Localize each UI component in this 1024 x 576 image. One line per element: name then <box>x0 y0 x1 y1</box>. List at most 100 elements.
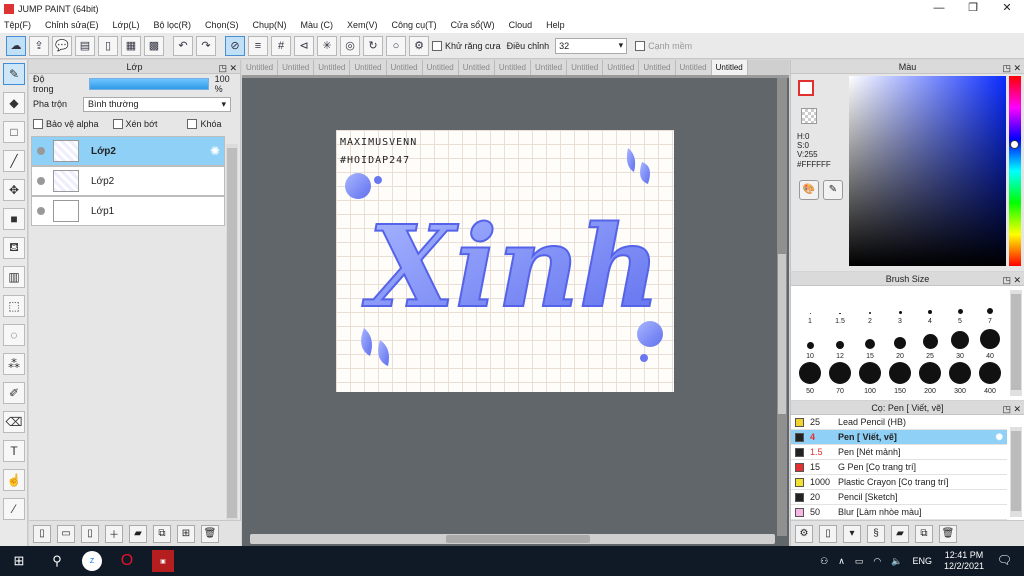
document-tab[interactable]: Untitled <box>386 60 423 75</box>
document-tab[interactable]: Untitled <box>639 60 676 75</box>
volume-icon[interactable]: 🔈 <box>891 556 902 567</box>
visibility-icon[interactable] <box>37 147 45 155</box>
rect-select-icon[interactable]: ⬚ <box>3 295 25 317</box>
no-ruler-icon[interactable]: ⊘ <box>225 35 245 56</box>
brush-size-option[interactable]: 40 <box>975 325 1005 360</box>
folder-icon[interactable]: ▰ <box>891 524 909 543</box>
brush-size-option[interactable]: 200 <box>915 360 945 395</box>
menu-layer[interactable]: Lớp(L) <box>113 20 140 30</box>
gradient-tool-icon[interactable]: ▥ <box>3 266 25 288</box>
panel-layout-icon[interactable]: ▦ <box>121 35 141 56</box>
opera-browser-icon[interactable]: O <box>114 550 140 572</box>
undo-icon[interactable]: ↶ <box>173 35 193 56</box>
duplicate-layer-icon[interactable]: ⧉ <box>153 524 171 543</box>
antialias-checkbox[interactable] <box>432 40 442 51</box>
blend-mode-select[interactable]: Bình thường ▾ <box>83 96 232 112</box>
brush-size-option[interactable]: 1.5 <box>825 290 855 325</box>
notification-icon[interactable]: 🗨 <box>997 553 1012 567</box>
document-tab-active[interactable]: Untitled <box>711 60 748 75</box>
page-icon[interactable]: ▯ <box>98 35 118 56</box>
menu-tools[interactable]: Công cụ(T) <box>392 20 437 30</box>
move-tool-icon[interactable]: ✥ <box>3 179 25 201</box>
panel-controls-icon[interactable]: ◳ ✕ <box>1002 402 1021 416</box>
brush-size-option[interactable]: 3 <box>885 290 915 325</box>
scrollbar-thumb[interactable] <box>778 254 786 414</box>
brush-size-option[interactable]: 1 <box>795 290 825 325</box>
brush-size-option[interactable]: 10 <box>795 325 825 360</box>
brush-tool-icon[interactable]: ✎ <box>3 63 25 85</box>
brush-settings-icon[interactable]: ⚙ <box>795 524 813 543</box>
document-tab[interactable]: Untitled <box>458 60 495 75</box>
duplicate-brush-icon[interactable]: ⧉ <box>915 524 933 543</box>
panel-controls-icon[interactable]: ◳ ✕ <box>1002 273 1021 287</box>
brush-preset-row[interactable]: 20 Pencil [Sketch] <box>791 490 1007 505</box>
scrollbar-thumb[interactable] <box>227 148 237 518</box>
brush-size-scrollbar[interactable] <box>1010 290 1022 396</box>
brush-preset-row[interactable]: 25 Lead Pencil (HB) <box>791 415 1007 430</box>
menu-color[interactable]: Màu (C) <box>301 20 334 30</box>
perspective-icon[interactable]: ⊲ <box>294 35 314 56</box>
color-picker-icon[interactable]: ✎ <box>823 180 843 200</box>
chevron-up-icon[interactable]: ∧ <box>838 556 845 567</box>
scrollbar-thumb[interactable] <box>446 535 590 543</box>
minimize-button[interactable]: — <box>922 0 956 17</box>
new-raster-layer-icon[interactable]: ▭ <box>57 524 75 543</box>
document-tab[interactable]: Untitled <box>242 60 279 75</box>
eyedropper-tool-icon[interactable]: ⁄ <box>3 498 25 520</box>
layer-row[interactable]: Lớp2 <box>31 166 225 196</box>
document-tab[interactable]: Untitled <box>531 60 568 75</box>
clock[interactable]: 12:41 PM 12/2/2021 <box>944 550 984 572</box>
redo-icon[interactable]: ↷ <box>196 35 216 56</box>
add-layer-menu-icon[interactable]: ＋ <box>105 524 123 543</box>
brush-size-option[interactable]: 50 <box>795 360 825 395</box>
menu-help[interactable]: Help <box>546 20 565 30</box>
jump-paint-app-icon[interactable]: ▣ <box>152 550 174 572</box>
cloud-icon[interactable]: ☁ <box>6 35 26 56</box>
layer-scrollbar[interactable] <box>226 144 238 524</box>
select-pen-icon[interactable]: ✐ <box>3 382 25 404</box>
brush-size-option[interactable]: 150 <box>885 360 915 395</box>
new-layer-icon[interactable]: ▯ <box>33 524 51 543</box>
settings-icon[interactable]: ⚙ <box>409 35 429 56</box>
language-indicator[interactable]: ENG <box>912 556 932 566</box>
grid-layout-icon[interactable]: ▩ <box>144 35 164 56</box>
close-button[interactable]: ✕ <box>990 0 1024 17</box>
parallel-lines-icon[interactable]: ≡ <box>248 35 268 56</box>
menu-cloud[interactable]: Cloud <box>509 20 533 30</box>
brush-size-option[interactable]: 20 <box>885 325 915 360</box>
antialias-toggle[interactable]: Khử răng cưa <box>432 40 501 51</box>
fill-rect-tool-icon[interactable]: ■ <box>3 208 25 230</box>
document-tab[interactable]: Untitled <box>567 60 604 75</box>
text-balloon-icon[interactable]: ▤ <box>75 35 95 56</box>
visibility-icon[interactable] <box>37 207 45 215</box>
brush-preset-scrollbar[interactable] <box>1010 427 1022 517</box>
foreground-color-swatch[interactable] <box>798 80 814 96</box>
palette-icon[interactable]: 🎨 <box>799 180 819 200</box>
document-tab[interactable]: Untitled <box>278 60 315 75</box>
menu-view[interactable]: Xem(V) <box>347 20 378 30</box>
visibility-icon[interactable] <box>37 177 45 185</box>
gear-icon[interactable]: ✺ <box>210 144 220 158</box>
brush-size-option[interactable]: 12 <box>825 325 855 360</box>
export-icon[interactable]: ⇪ <box>29 35 49 56</box>
trash-icon[interactable]: 🗑 <box>201 524 219 543</box>
brush-size-option[interactable]: 4 <box>915 290 945 325</box>
opacity-slider[interactable] <box>89 78 209 90</box>
canvas-horizontal-scrollbar[interactable] <box>250 534 775 544</box>
protect-alpha-checkbox[interactable] <box>33 119 43 129</box>
layer-row[interactable]: Lớp1 <box>31 196 225 226</box>
eraser-tool-icon[interactable]: ◆ <box>3 92 25 114</box>
clip-checkbox[interactable] <box>112 119 123 129</box>
hue-knob[interactable] <box>1010 140 1019 149</box>
battery-icon[interactable]: ▭ <box>855 556 864 567</box>
hand-tool-icon[interactable]: ☝ <box>3 469 25 491</box>
new-page-icon[interactable]: ▯ <box>81 524 99 543</box>
brush-preset-row[interactable]: 1.5 Pen [Nét mảnh] <box>791 445 1007 460</box>
windows-start-icon[interactable]: ⊞ <box>6 550 32 572</box>
circle-ruler-icon[interactable]: ○ <box>386 35 406 56</box>
lasso-select-icon[interactable]: ◌ <box>3 324 25 346</box>
curve-ruler-icon[interactable]: ↻ <box>363 35 383 56</box>
document-tab[interactable]: Untitled <box>350 60 387 75</box>
zalo-app-icon[interactable]: Z <box>82 551 102 571</box>
magic-wand-icon[interactable]: ⁂ <box>3 353 25 375</box>
